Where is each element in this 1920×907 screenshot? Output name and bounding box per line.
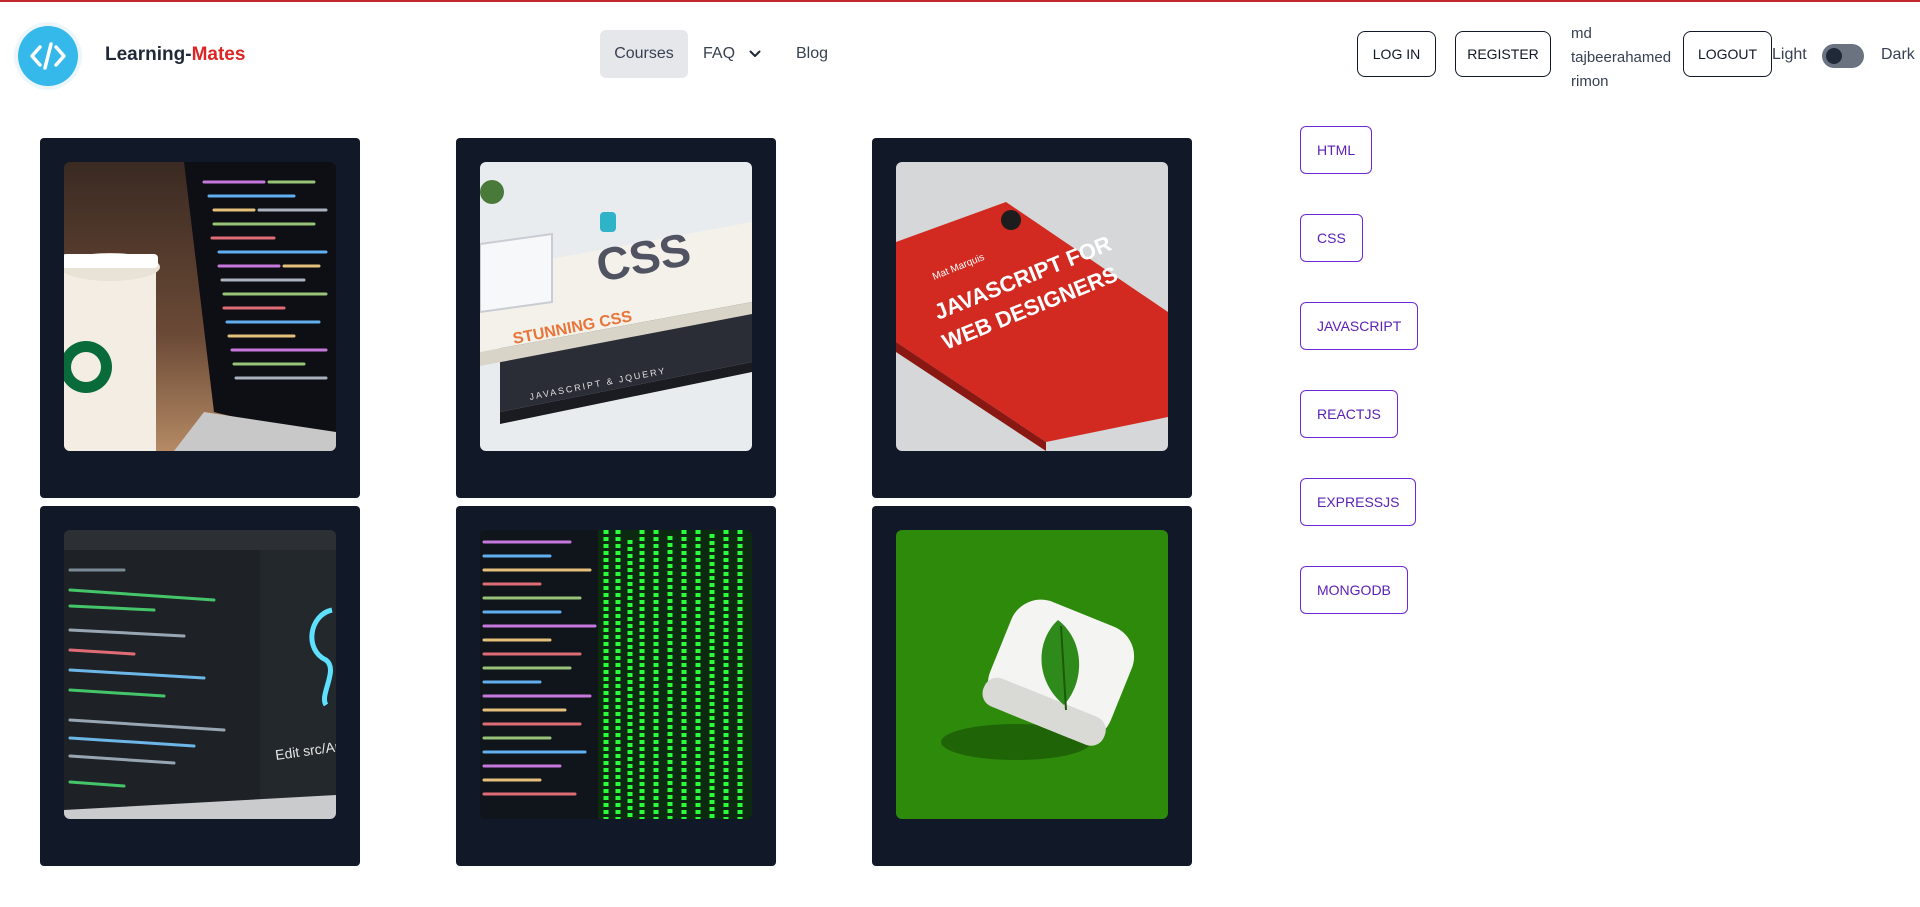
course-card[interactable] bbox=[456, 506, 776, 866]
user-name-line: rimon bbox=[1571, 73, 1609, 90]
category-mongodb-button[interactable]: MONGODB bbox=[1300, 566, 1408, 614]
site-header: Learning-Mates Courses FAQ Blog LOG IN R… bbox=[0, 2, 1920, 106]
theme-light-label: Light bbox=[1772, 46, 1807, 63]
logout-button[interactable]: LOGOUT bbox=[1683, 31, 1772, 77]
course-card[interactable] bbox=[872, 506, 1192, 866]
toggle-knob bbox=[1826, 48, 1842, 64]
course-card[interactable]: Edit src/App bbox=[40, 506, 360, 866]
theme-toggle[interactable] bbox=[1822, 44, 1864, 68]
green-code-terminal-photo bbox=[480, 530, 752, 819]
user-name-line: tajbeerahamed bbox=[1571, 49, 1672, 66]
category-reactjs-button[interactable]: REACTJS bbox=[1300, 390, 1398, 438]
course-card[interactable]: Mat Marquis JAVASCRIPT FOR WEB DESIGNERS bbox=[872, 138, 1192, 498]
javascript-for-web-designers-book-photo: Mat Marquis JAVASCRIPT FOR WEB DESIGNERS bbox=[896, 162, 1168, 451]
category-expressjs-button[interactable]: EXPRESSJS bbox=[1300, 478, 1417, 526]
course-card[interactable] bbox=[40, 138, 360, 498]
course-card[interactable]: STUNNING CSS JAVASCRIPT & JQUERY CSS bbox=[456, 138, 776, 498]
nav-faq-dropdown[interactable]: FAQ bbox=[703, 30, 771, 78]
css-javascript-books-photo: STUNNING CSS JAVASCRIPT & JQUERY CSS bbox=[480, 162, 752, 451]
category-html-button[interactable]: HTML bbox=[1300, 126, 1373, 174]
category-javascript-button[interactable]: JAVASCRIPT bbox=[1300, 302, 1419, 350]
brand-accent: Mates bbox=[191, 44, 246, 65]
nav-blog-label: Blog bbox=[796, 45, 829, 62]
code-editor-screen-photo: Edit src/App bbox=[64, 530, 336, 819]
brand-prefix: Learning- bbox=[105, 44, 192, 65]
coffee-cup-laptop-code-photo bbox=[64, 162, 336, 451]
nav-courses[interactable]: Courses bbox=[600, 30, 688, 78]
category-css-button[interactable]: CSS bbox=[1300, 214, 1363, 262]
login-button[interactable]: LOG IN bbox=[1357, 31, 1436, 77]
code-icon bbox=[18, 26, 78, 86]
user-name: md tajbeerahamed rimon bbox=[1571, 22, 1681, 94]
theme-dark-label: Dark bbox=[1881, 46, 1915, 63]
mongodb-leaf-logo-photo bbox=[896, 530, 1168, 819]
brand-name[interactable]: Learning-Mates bbox=[105, 44, 245, 66]
nav-blog[interactable]: Blog bbox=[796, 30, 828, 78]
user-name-line: md bbox=[1571, 25, 1592, 42]
nav-courses-label: Courses bbox=[614, 45, 674, 62]
register-button[interactable]: REGISTER bbox=[1455, 31, 1551, 77]
site-logo[interactable] bbox=[14, 22, 82, 90]
chevron-down-icon bbox=[749, 50, 761, 58]
nav-faq-label: FAQ bbox=[703, 45, 736, 62]
